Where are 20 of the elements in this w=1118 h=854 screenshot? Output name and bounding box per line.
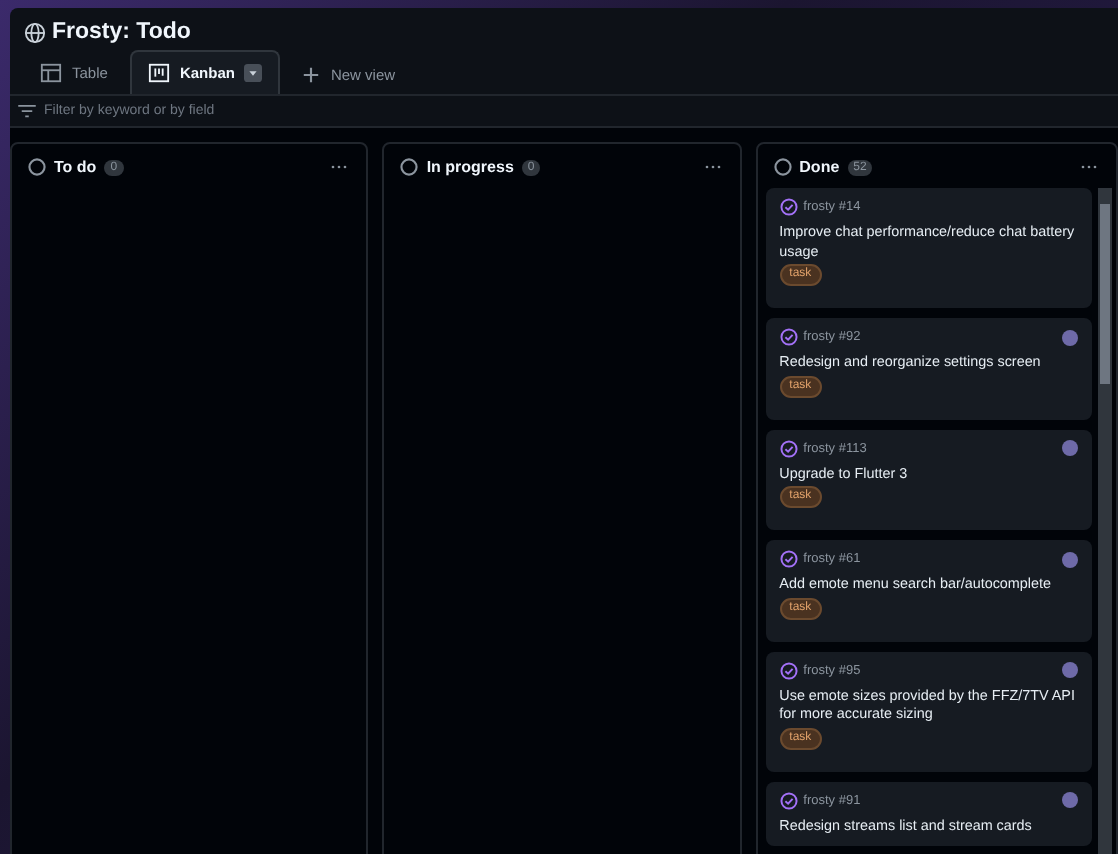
project-title: Frosty: Todo	[52, 20, 191, 44]
dropdown-icon[interactable]	[244, 64, 263, 82]
status-circle-icon	[773, 158, 792, 176]
check-circle-icon	[779, 439, 798, 457]
status-circle-icon	[28, 158, 46, 176]
check-circle-icon	[779, 661, 798, 679]
column-name: Done	[799, 158, 840, 176]
status-circle-icon	[400, 158, 419, 176]
column-name: To do	[54, 158, 97, 176]
check-circle-icon	[779, 550, 798, 568]
column-name: In progress	[426, 158, 514, 176]
scrollbar[interactable]	[1097, 188, 1112, 854]
check-circle-icon	[779, 198, 798, 216]
board-icon	[147, 62, 170, 84]
check-circle-icon	[779, 328, 798, 346]
check-circle-icon	[779, 791, 798, 809]
filter-icon	[18, 104, 36, 118]
globe-icon	[24, 21, 46, 43]
plus-icon	[302, 66, 321, 84]
table-icon	[40, 62, 62, 84]
